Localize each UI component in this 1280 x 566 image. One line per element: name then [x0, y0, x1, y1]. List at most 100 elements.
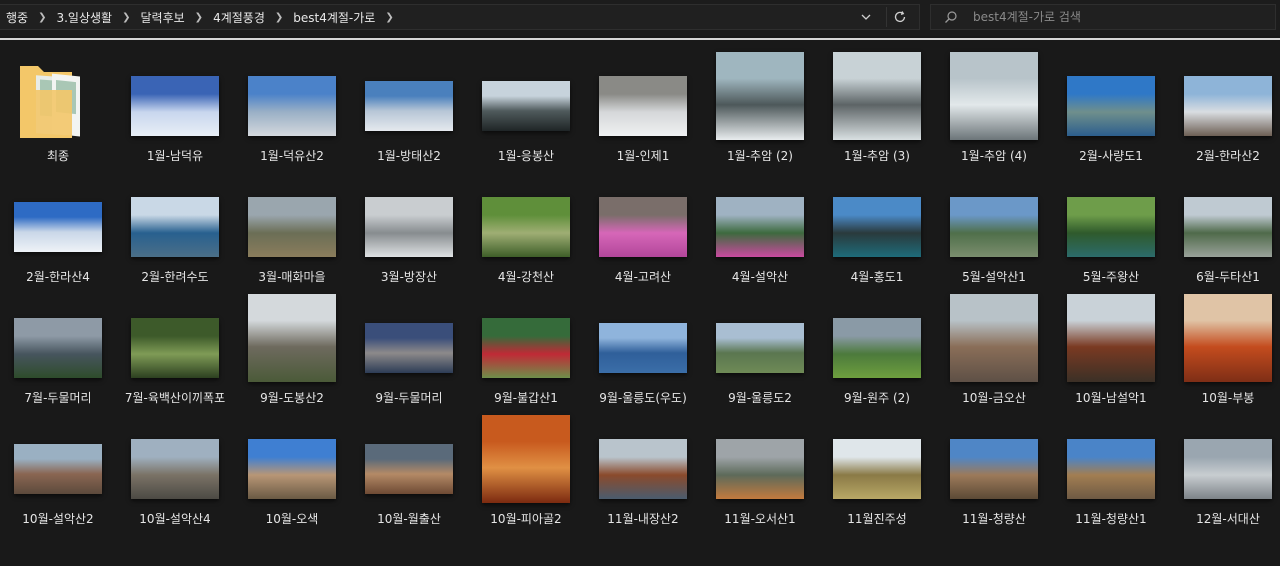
file-item[interactable]: 1월-추암 (3) — [821, 44, 933, 164]
file-name-label: 11월진주성 — [847, 512, 907, 526]
file-item[interactable]: 7월-두물머리 — [2, 286, 114, 406]
image-thumbnail — [1184, 294, 1272, 382]
address-bar[interactable]: 행중 ❯ 3.일상생활 ❯ 달력후보 ❯ 4계절풍경 ❯ best4계절-가로 ❯ — [0, 4, 920, 30]
file-item[interactable]: 9월-울릉도2 — [704, 286, 816, 406]
file-item[interactable]: 1월-추암 (4) — [938, 44, 1050, 164]
file-item[interactable]: 2월-사량도1 — [1055, 44, 1167, 164]
refresh-button[interactable] — [886, 7, 913, 27]
file-item[interactable]: 5월-설악산1 — [938, 165, 1050, 285]
search-input[interactable] — [971, 9, 1275, 25]
file-item[interactable]: 3월-매화마을 — [236, 165, 348, 285]
file-name-label: 3월-방장산 — [380, 270, 438, 284]
image-thumbnail — [482, 81, 570, 131]
image-thumbnail — [1067, 197, 1155, 257]
breadcrumb-separator-icon[interactable]: ❯ — [118, 12, 134, 23]
breadcrumb-segment[interactable]: 3.일상생활 — [50, 9, 118, 26]
file-item[interactable]: 12월-서대산 — [1172, 407, 1280, 527]
file-item[interactable]: 7월-육백산이끼폭포 — [119, 286, 231, 406]
file-item[interactable]: 1월-추암 (2) — [704, 44, 816, 164]
file-item[interactable]: 1월-인제1 — [587, 44, 699, 164]
image-thumbnail — [599, 439, 687, 499]
file-item[interactable]: 2월-한려수도 — [119, 165, 231, 285]
file-item[interactable]: 11월진주성 — [821, 407, 933, 527]
file-item[interactable]: 1월-방태산2 — [353, 44, 465, 164]
file-name-label: 2월-한려수도 — [141, 270, 209, 284]
file-name-label: 4월-홍도1 — [850, 270, 904, 284]
breadcrumb-segment[interactable]: 4계절풍경 — [207, 9, 271, 26]
image-thumbnail — [950, 294, 1038, 382]
file-name-label: 2월-사량도1 — [1079, 149, 1143, 163]
breadcrumb-segment[interactable]: best4계절-가로 — [287, 9, 381, 26]
file-item[interactable]: 5월-주왕산 — [1055, 165, 1167, 285]
file-item[interactable]: 3월-방장산 — [353, 165, 465, 285]
file-item[interactable]: 4월-고려산 — [587, 165, 699, 285]
image-thumbnail — [365, 81, 453, 131]
file-item[interactable]: 10월-설악산4 — [119, 407, 231, 527]
file-item[interactable]: 1월-남덕유 — [119, 44, 231, 164]
file-item[interactable]: 4월-강천산 — [470, 165, 582, 285]
breadcrumb-item: 달력후보 ❯ — [135, 9, 208, 26]
file-item[interactable]: 10월-월출산 — [353, 407, 465, 527]
image-thumbnail — [716, 52, 804, 140]
file-name-label: 1월-추암 (4) — [961, 149, 1027, 163]
breadcrumb-separator-icon[interactable]: ❯ — [191, 12, 207, 23]
search-icon-wrap — [931, 10, 971, 24]
breadcrumb-separator-icon[interactable]: ❯ — [381, 12, 397, 23]
file-item[interactable]: 10월-부봉 — [1172, 286, 1280, 406]
file-item[interactable]: 9월-원주 (2) — [821, 286, 933, 406]
image-thumbnail — [131, 318, 219, 378]
file-item[interactable]: 6월-두타산1 — [1172, 165, 1280, 285]
folder-item[interactable]: 최종 — [2, 44, 114, 164]
file-item[interactable]: 2월-한라산2 — [1172, 44, 1280, 164]
breadcrumb-segment[interactable]: 행중 — [0, 9, 34, 26]
image-thumbnail — [833, 197, 921, 257]
file-item[interactable]: 1월-응봉산 — [470, 44, 582, 164]
file-item[interactable]: 10월-설악산2 — [2, 407, 114, 527]
file-item[interactable]: 2월-한라산4 — [2, 165, 114, 285]
image-thumbnail — [599, 197, 687, 257]
file-item[interactable]: 9월-두물머리 — [353, 286, 465, 406]
file-item[interactable]: 9월-울릉도(우도) — [587, 286, 699, 406]
file-item[interactable]: 4월-설악산 — [704, 165, 816, 285]
file-name-label: 11월-청량산 — [962, 512, 1026, 526]
file-name-label: 2월-한라산4 — [26, 270, 90, 284]
image-thumbnail — [14, 318, 102, 378]
file-name-label: 11월-내장산2 — [607, 512, 679, 526]
toolbar: 행중 ❯ 3.일상생활 ❯ 달력후보 ❯ 4계절풍경 ❯ best4계절-가로 ❯ — [0, 0, 1280, 36]
file-item[interactable]: 11월-오서산1 — [704, 407, 816, 527]
breadcrumb-separator-icon[interactable]: ❯ — [34, 12, 50, 23]
image-thumbnail — [482, 415, 570, 503]
image-thumbnail — [599, 76, 687, 136]
file-item[interactable]: 10월-오색 — [236, 407, 348, 527]
file-name-label: 10월-부봉 — [1201, 391, 1255, 405]
address-history-button[interactable] — [855, 8, 877, 26]
file-name-label: 1월-추암 (3) — [844, 149, 910, 163]
file-item[interactable]: 9월-도봉산2 — [236, 286, 348, 406]
image-thumbnail — [131, 197, 219, 257]
file-item[interactable]: 10월-금오산 — [938, 286, 1050, 406]
file-name-label: 9월-울릉도2 — [728, 391, 792, 405]
file-name-label: 10월-설악산4 — [139, 512, 211, 526]
image-thumbnail — [833, 318, 921, 378]
file-item[interactable]: 11월-내장산2 — [587, 407, 699, 527]
file-item[interactable]: 1월-덕유산2 — [236, 44, 348, 164]
file-item[interactable]: 11월-청량산1 — [1055, 407, 1167, 527]
file-name-label: 6월-두타산1 — [1196, 270, 1260, 284]
file-name-label: 10월-금오산 — [962, 391, 1026, 405]
search-box[interactable] — [930, 4, 1276, 30]
file-name-label: 1월-방태산2 — [377, 149, 441, 163]
file-item[interactable]: 10월-남설악1 — [1055, 286, 1167, 406]
file-name-label: 5월-주왕산 — [1082, 270, 1140, 284]
breadcrumb-item: 4계절풍경 ❯ — [207, 9, 287, 26]
file-name-label: 4월-고려산 — [614, 270, 672, 284]
breadcrumb-separator-icon[interactable]: ❯ — [271, 12, 287, 23]
file-item[interactable]: 11월-청량산 — [938, 407, 1050, 527]
file-item[interactable]: 10월-피아골2 — [470, 407, 582, 527]
file-name-label: 9월-도봉산2 — [260, 391, 324, 405]
file-item[interactable]: 9월-불갑산1 — [470, 286, 582, 406]
file-item[interactable]: 4월-홍도1 — [821, 165, 933, 285]
image-thumbnail — [833, 52, 921, 140]
image-thumbnail — [599, 323, 687, 373]
breadcrumb-segment[interactable]: 달력후보 — [135, 9, 191, 26]
image-thumbnail — [365, 197, 453, 257]
